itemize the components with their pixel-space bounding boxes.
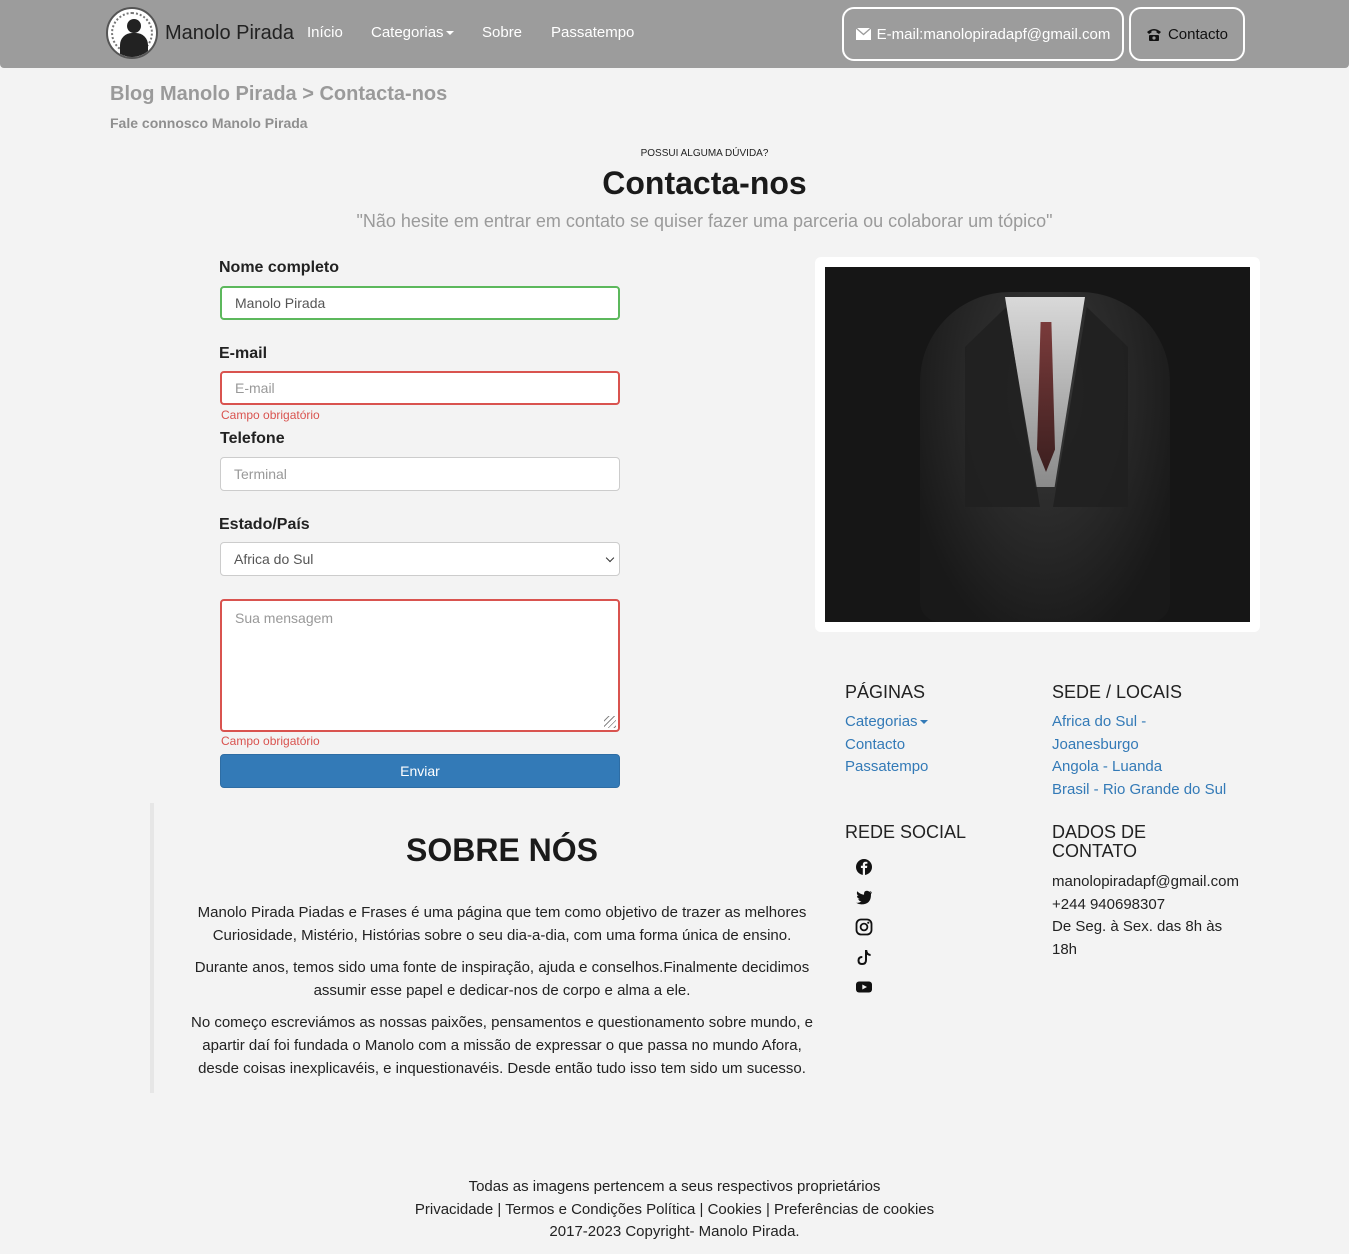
footer-link-passatempo[interactable]: Passatempo <box>845 756 928 779</box>
logo-icon <box>106 7 158 59</box>
sobre-paragraph-1: Manolo Pirada Piadas e Frases é uma pági… <box>197 904 807 944</box>
breadcrumb: Blog Manolo Pirada > Contacta-nos <box>110 83 448 105</box>
footer-link-contacto[interactable]: Contacto <box>845 734 905 757</box>
sobre-title: SOBRE NÓS <box>405 832 599 868</box>
dados-phone: +244 940698307 <box>1052 896 1166 913</box>
resize-handle-icon[interactable] <box>604 716 616 728</box>
facebook-icon[interactable] <box>855 858 873 876</box>
nav-inicio[interactable]: Início <box>307 24 343 41</box>
nav-categorias[interactable]: Categorias <box>371 24 454 41</box>
message-placeholder: Sua mensagem <box>235 610 334 626</box>
tiktok-icon[interactable] <box>855 948 873 966</box>
name-label: Nome completo <box>219 259 340 276</box>
email-button-label: E-mail:manolopiradapf@gmail.com <box>876 25 1111 43</box>
separator: | <box>765 1201 770 1218</box>
phone-label: Telefone <box>220 430 285 447</box>
instagram-icon[interactable] <box>855 918 873 936</box>
contact-button-label: Contacto <box>1167 25 1229 43</box>
link-preferencias-cookies[interactable]: Preferências de cookies <box>774 1201 934 1218</box>
phone-input[interactable]: Terminal <box>220 457 620 491</box>
breadcrumb-subtitle: Fale connosco Manolo Pirada <box>110 115 308 131</box>
caret-down-icon <box>919 720 928 725</box>
sede-joanesburgo[interactable]: Joanesburgo <box>1052 734 1139 757</box>
message-textarea[interactable]: Sua mensagem <box>220 599 620 732</box>
email-error: Campo obrigatório <box>221 408 320 422</box>
sede-angola[interactable]: Angola - Luanda <box>1052 756 1162 779</box>
page-title: Contacta-nos <box>602 165 807 201</box>
dados-title-line-2: CONTATO <box>1052 841 1137 861</box>
email-label: E-mail <box>219 345 268 362</box>
link-termos[interactable]: Termos e Condições Política <box>505 1201 695 1218</box>
phone-icon <box>1146 29 1161 41</box>
submit-button[interactable]: Enviar <box>220 754 620 788</box>
separator: | <box>699 1201 704 1218</box>
dados-hours: De Seg. à Sex. das 8h às <box>1052 918 1223 935</box>
twitter-icon[interactable] <box>855 888 873 906</box>
link-privacidade[interactable]: Privacidade <box>415 1201 493 1218</box>
chevron-down-icon <box>605 553 615 563</box>
link-cookies[interactable]: Cookies <box>708 1201 762 1218</box>
hero-kicker: POSSUI ALGUMA DÚVIDA? <box>640 148 769 159</box>
footer-link-categorias[interactable]: Categorias <box>845 711 928 734</box>
name-input[interactable]: Manolo Pirada <box>220 286 620 320</box>
envelope-icon <box>855 28 871 40</box>
legal-images-note: Todas as imagens pertencem a seus respec… <box>468 1178 881 1195</box>
hero-quote: "Não hesite em entrar em contato se quis… <box>356 211 1053 231</box>
suit-photo <box>825 267 1250 622</box>
sede-brasil[interactable]: Brasil - Rio Grande do Sul <box>1052 779 1226 802</box>
separator: | <box>497 1201 502 1218</box>
phone-input-placeholder: Terminal <box>234 466 287 482</box>
photo-frame <box>815 257 1260 632</box>
message-error: Campo obrigatório <box>221 734 320 748</box>
youtube-icon[interactable] <box>855 978 873 996</box>
sobre-paragraph-2: Durante anos, temos sido uma fonte de in… <box>194 959 810 999</box>
copyright: 2017-2023 Copyright- Manolo Pirada. <box>549 1223 800 1240</box>
dados-hours-2: 18h <box>1052 941 1078 958</box>
email-button[interactable]: E-mail:manolopiradapf@gmail.com <box>842 7 1124 61</box>
country-select-value: Africa do Sul <box>234 551 314 567</box>
contact-button[interactable]: Contacto <box>1129 7 1245 61</box>
email-input[interactable]: E-mail <box>220 371 620 405</box>
brand-link[interactable]: Manolo Pirada <box>106 7 294 59</box>
legal-links: Privacidade | Termos e Condições Polític… <box>0 1199 1349 1222</box>
country-label: Estado/País <box>219 516 310 533</box>
dados-email: manolopiradapf@gmail.com <box>1052 873 1239 890</box>
name-input-value: Manolo Pirada <box>235 295 326 311</box>
brand-name: Manolo Pirada <box>165 21 294 44</box>
paginas-title: PÁGINAS <box>845 682 926 702</box>
country-select[interactable]: Africa do Sul <box>220 542 620 576</box>
sede-africa-do-sul[interactable]: Africa do Sul - <box>1052 711 1146 734</box>
sede-title: SEDE / LOCAIS <box>1052 682 1183 702</box>
email-input-placeholder: E-mail <box>235 380 275 396</box>
footer-link-categorias-label: Categorias <box>845 713 918 730</box>
nav-categorias-label: Categorias <box>371 24 444 41</box>
nav-sobre[interactable]: Sobre <box>482 24 522 41</box>
sobre-paragraph-3: No começo escreviámos as nossas paixões,… <box>190 1014 813 1077</box>
nav-passatempo[interactable]: Passatempo <box>551 24 634 41</box>
navbar: Manolo Pirada Início Categorias Sobre Pa… <box>0 0 1349 68</box>
caret-down-icon <box>445 31 454 36</box>
dados-title-line-1: DADOS DE <box>1052 822 1147 842</box>
social-title: REDE SOCIAL <box>845 822 967 842</box>
